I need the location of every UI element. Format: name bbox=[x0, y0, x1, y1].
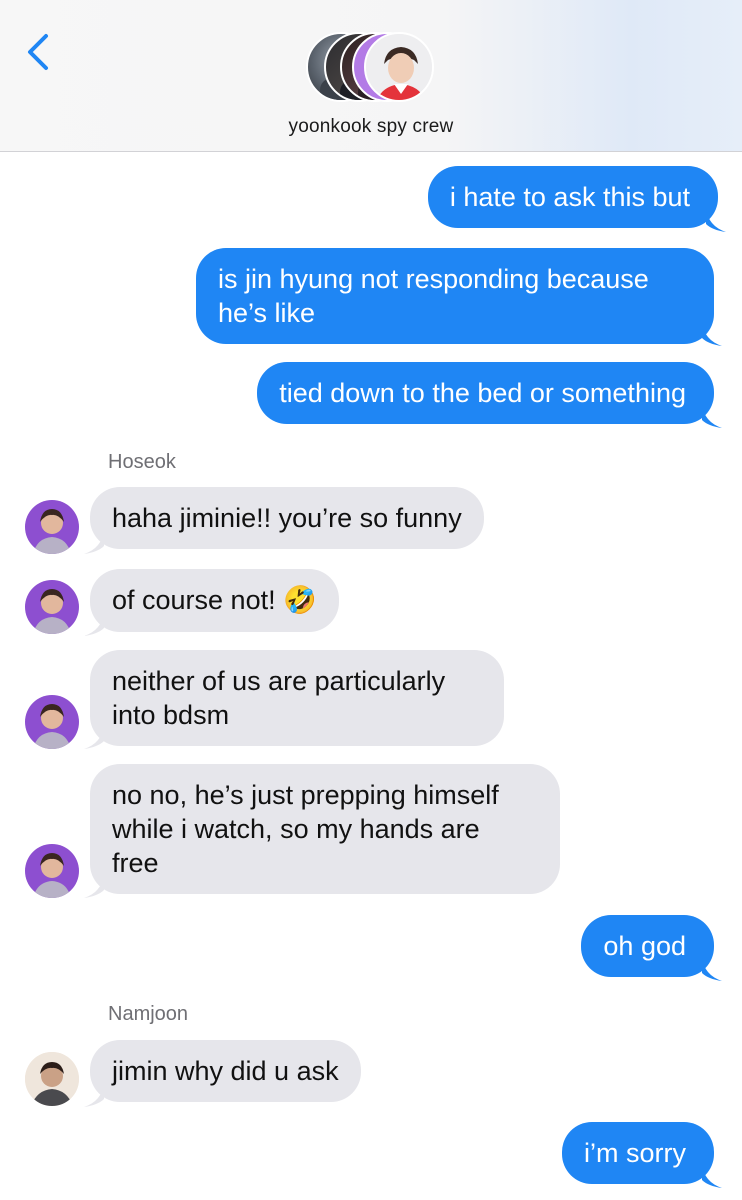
contact-avatar[interactable] bbox=[25, 844, 79, 898]
bubble-tail bbox=[702, 957, 722, 981]
incoming-message[interactable]: no no, he’s just prepping himself while … bbox=[90, 764, 560, 894]
message-text: of course not! bbox=[112, 585, 276, 615]
message-text-line: neither of us are particularly bbox=[112, 666, 446, 696]
bubble-tail bbox=[84, 612, 104, 636]
bubble-tail bbox=[84, 725, 104, 749]
bubble-tail bbox=[702, 404, 722, 428]
outgoing-message[interactable]: i hate to ask this but bbox=[427, 166, 718, 228]
incoming-message[interactable]: of course not! 🤣 bbox=[90, 569, 339, 632]
outgoing-message[interactable]: oh god bbox=[581, 915, 714, 977]
message-text: i’m sorry bbox=[584, 1138, 686, 1168]
incoming-message[interactable]: jimin why did u ask bbox=[90, 1040, 361, 1102]
message-text: haha jiminie!! you’re so funny bbox=[112, 503, 462, 533]
message-text-line: no no, he’s just prepping himself bbox=[112, 780, 499, 810]
group-name[interactable]: yoonkook spy crew bbox=[0, 116, 742, 138]
outgoing-message[interactable]: tied down to the bed or something bbox=[257, 362, 714, 424]
contact-avatar[interactable] bbox=[25, 500, 79, 554]
group-member-avatar bbox=[364, 32, 434, 102]
bubble-tail bbox=[84, 874, 104, 898]
contact-avatar[interactable] bbox=[25, 695, 79, 749]
outgoing-message[interactable]: i’m sorry bbox=[562, 1122, 714, 1184]
outgoing-message[interactable]: is jin hyung not responding because he’s… bbox=[196, 248, 714, 344]
message-text-line: free bbox=[112, 848, 159, 878]
sender-name: Namjoon bbox=[108, 1003, 189, 1025]
group-avatars[interactable] bbox=[306, 32, 434, 106]
contact-avatar[interactable] bbox=[25, 580, 79, 634]
message-text: oh god bbox=[603, 931, 686, 961]
chevron-left-icon bbox=[28, 34, 48, 70]
bubble-tail bbox=[84, 530, 104, 554]
message-text-line: he’s like bbox=[218, 298, 316, 328]
message-text-line: while i watch, so my hands are bbox=[112, 814, 480, 844]
bubble-tail bbox=[702, 1164, 722, 1188]
incoming-message[interactable]: haha jiminie!! you’re so funny bbox=[90, 487, 484, 549]
bubble-tail bbox=[84, 1083, 104, 1107]
conversation-header: yoonkook spy crew bbox=[0, 0, 742, 152]
bubble-tail bbox=[706, 208, 726, 232]
message-text: jimin why did u ask bbox=[112, 1056, 339, 1086]
back-button[interactable] bbox=[22, 30, 54, 74]
message-text-line: is jin hyung not responding because bbox=[218, 264, 649, 294]
rofl-emoji: 🤣 bbox=[283, 585, 317, 616]
sender-name: Hoseok bbox=[108, 451, 176, 473]
message-text: tied down to the bed or something bbox=[279, 378, 686, 408]
message-text: i hate to ask this but bbox=[449, 182, 690, 212]
bubble-tail bbox=[702, 322, 722, 346]
contact-avatar[interactable] bbox=[25, 1052, 79, 1106]
message-text-line: into bdsm bbox=[112, 700, 230, 730]
incoming-message[interactable]: neither of us are particularly into bdsm bbox=[90, 650, 504, 746]
